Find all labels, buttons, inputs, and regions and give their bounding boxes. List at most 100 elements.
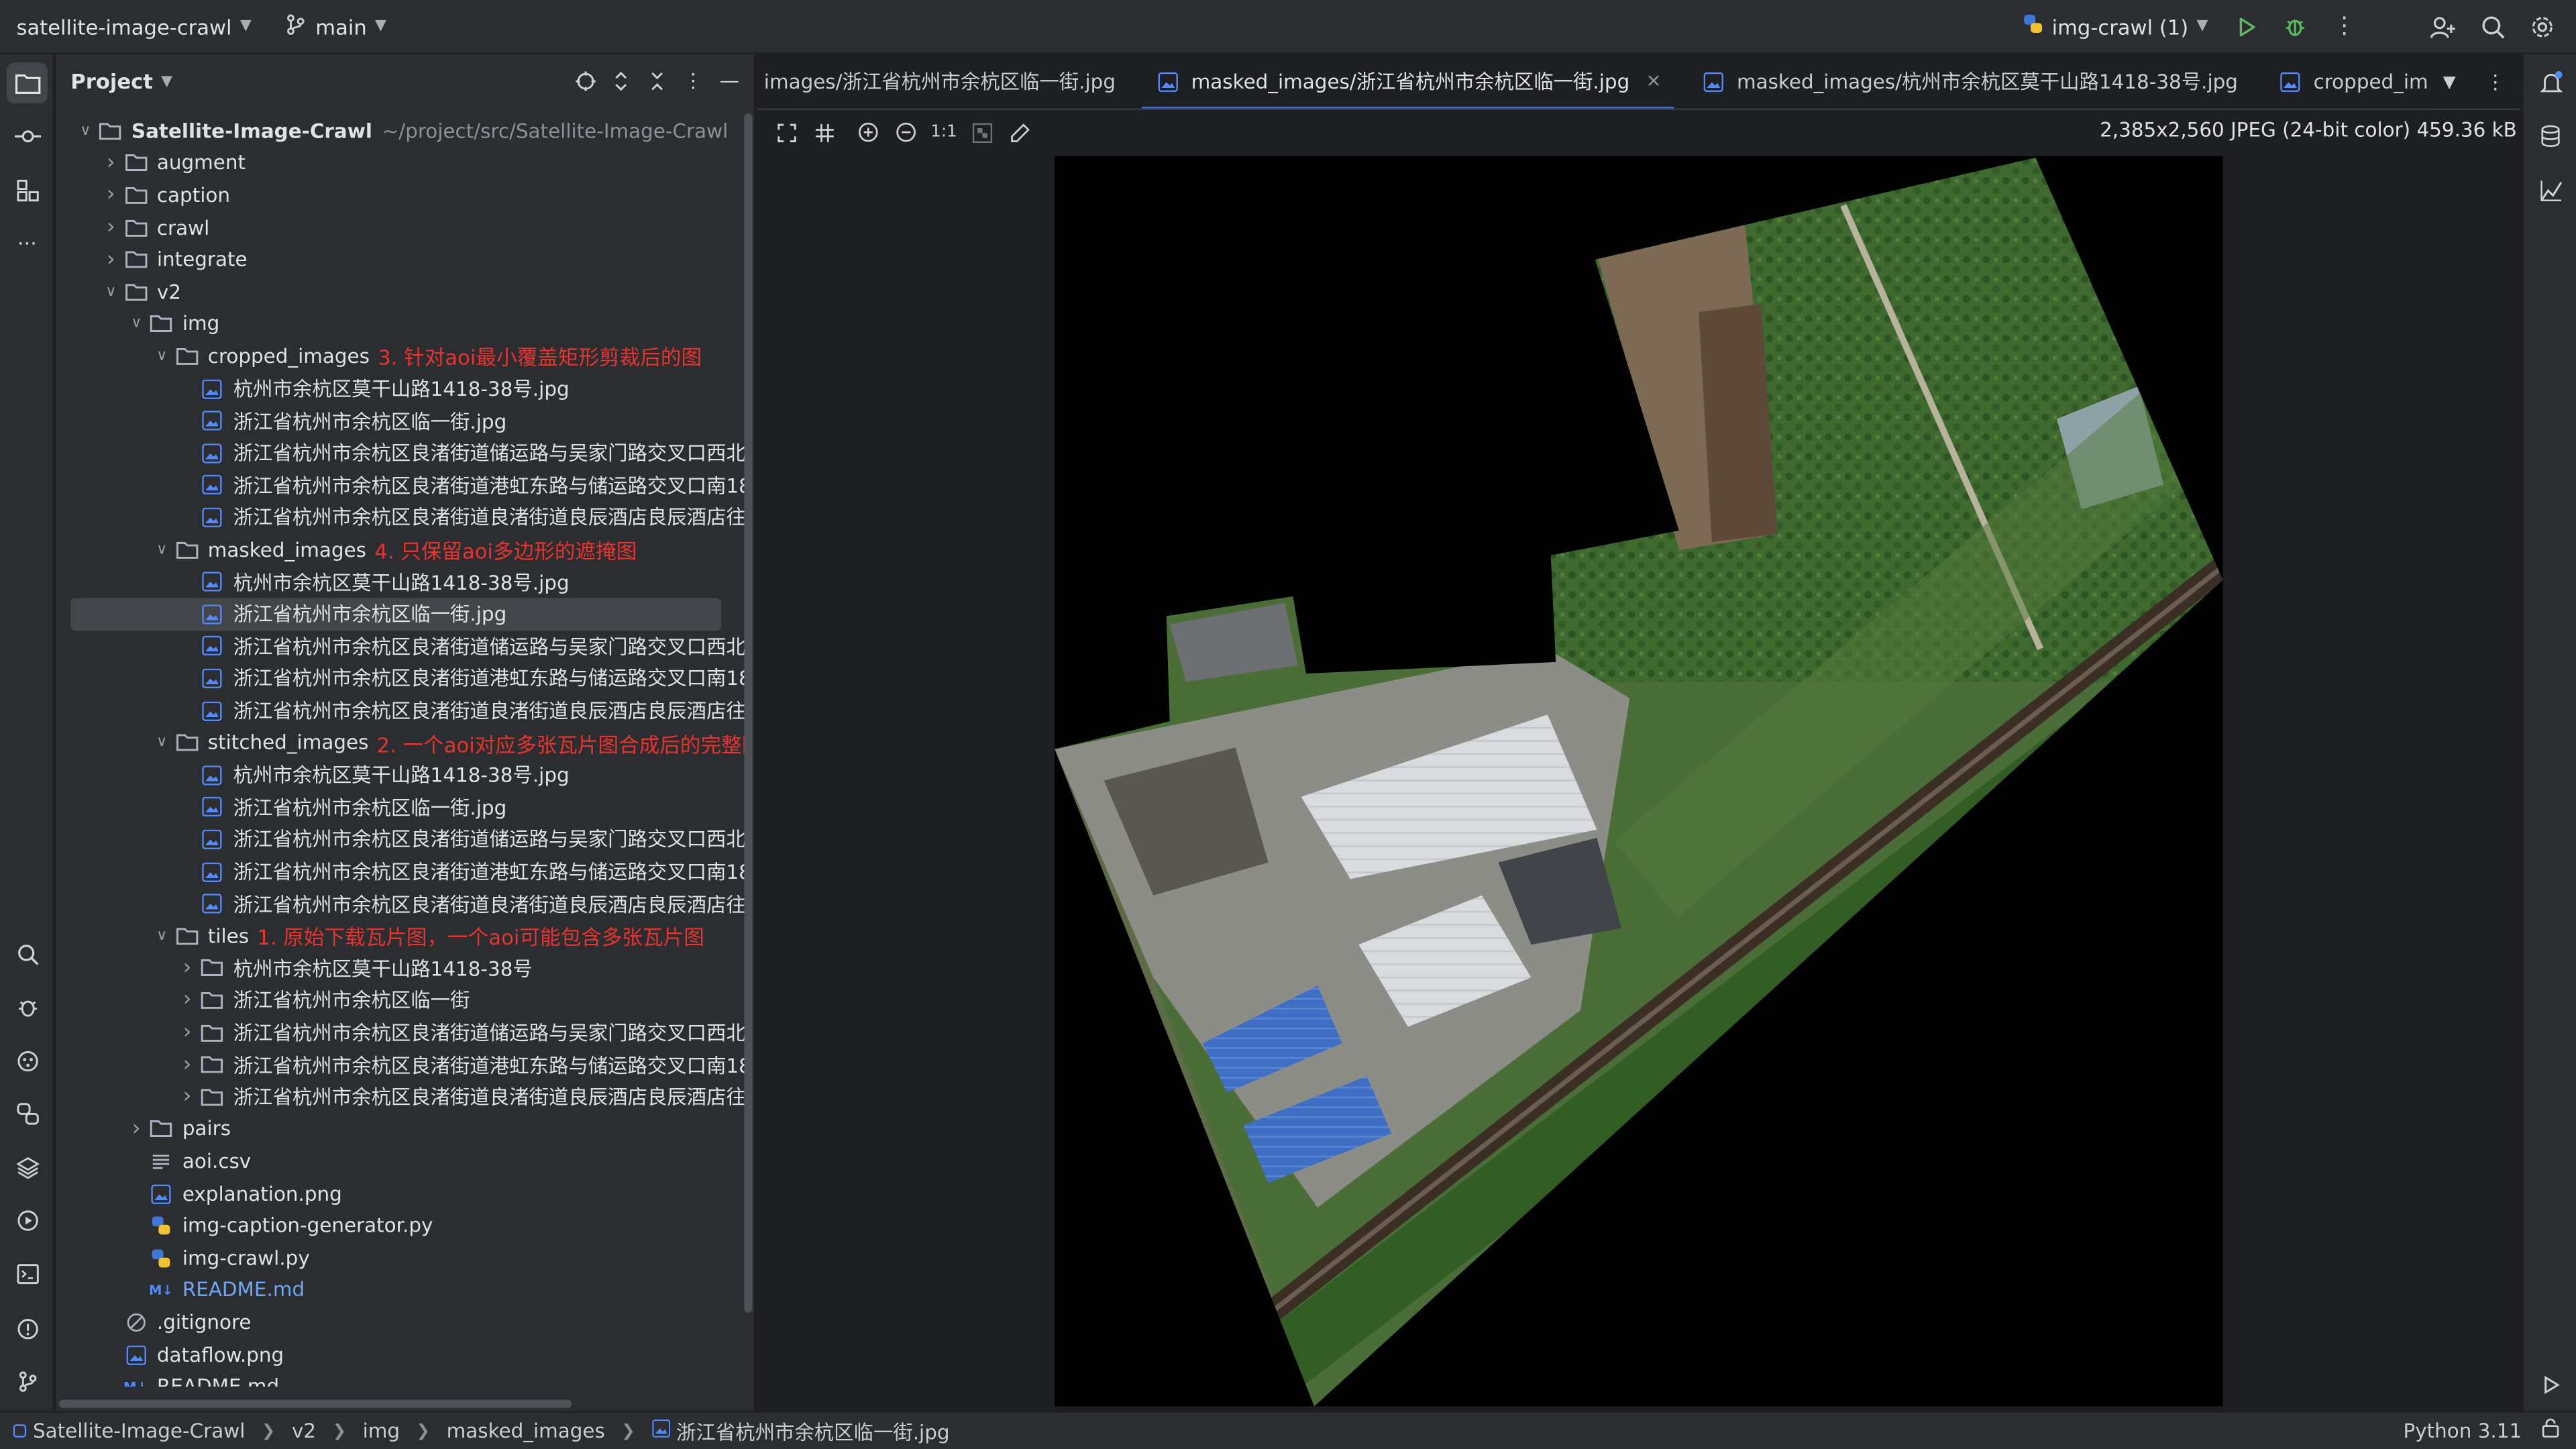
actual-size-button[interactable]: 1:1 <box>926 116 961 149</box>
find-icon[interactable] <box>7 933 48 974</box>
notifications-icon[interactable] <box>2530 62 2571 103</box>
grid-toggle-icon[interactable] <box>806 116 841 149</box>
chevron-down-icon[interactable]: ∨ <box>74 123 97 139</box>
run-button[interactable] <box>2224 7 2267 46</box>
tree-folder-row[interactable]: › 杭州市余杭区莫干山路1418-38号 <box>56 952 746 984</box>
chevron-right-icon[interactable]: › <box>176 1020 199 1045</box>
tree-file-row[interactable]: .gitignore <box>56 1306 746 1338</box>
hide-panel-icon[interactable]: — <box>716 66 743 95</box>
chevron-right-icon[interactable]: › <box>176 956 199 981</box>
tree-folder-row[interactable]: ∨ tiles 1. 原始下载瓦片图，一个aoi可能包含多张瓦片图 <box>56 920 746 952</box>
color-picker-icon[interactable] <box>1002 116 1036 149</box>
tree-folder-row[interactable]: ∨ masked_images 4. 只保留aoi多边形的遮掩图 <box>56 533 746 566</box>
options-menu-icon[interactable]: ⋮ <box>680 66 706 95</box>
tree-file-row[interactable]: aoi.csv <box>56 1145 746 1177</box>
tree-file-row[interactable]: 浙江省杭州市余杭区良渚街道良渚街道良辰酒店良辰酒店往北.jpg <box>56 888 746 920</box>
tree-folder-row[interactable]: ∨ v2 <box>56 276 746 308</box>
tree-folder-row[interactable]: ∨ img <box>56 308 746 340</box>
settings-gear-icon[interactable] <box>2520 7 2563 46</box>
tree-file-row[interactable]: 浙江省杭州市余杭区临一街.jpg <box>56 405 746 437</box>
zoom-out-icon[interactable] <box>889 116 923 149</box>
run-side-icon[interactable] <box>2530 1364 2571 1405</box>
fit-to-screen-icon[interactable] <box>769 116 803 149</box>
add-user-icon[interactable] <box>2422 7 2465 46</box>
chevron-down-icon[interactable]: ▼ <box>161 73 172 89</box>
terminal-icon[interactable] <box>7 1254 48 1295</box>
background-toggle-icon[interactable] <box>965 116 999 149</box>
tree-folder-row[interactable]: › 浙江省杭州市余杭区良渚街道储运路与吴家门路交叉口西北440米良渚 <box>56 1016 746 1049</box>
run-tool-icon[interactable] <box>7 1199 48 1240</box>
chevron-down-icon[interactable]: ∨ <box>150 928 173 944</box>
tab-masked-moganshan[interactable]: masked_images/杭州市余杭区莫干山路1418-38号.jpg <box>1681 54 2258 109</box>
chevron-right-icon[interactable]: › <box>176 1053 199 1077</box>
more-actions-icon[interactable]: ⋮ <box>2323 7 2366 46</box>
chevron-right-icon[interactable]: › <box>99 151 122 176</box>
chevron-down-icon[interactable]: ▼ <box>2443 73 2456 91</box>
tab-masked-linyijie[interactable]: masked_images/浙江省杭州市余杭区临一街.jpg ✕ <box>1135 54 1680 109</box>
tree-file-row[interactable]: 浙江省杭州市余杭区良渚街道港虹东路与储运路交叉口南180米良渚 <box>56 855 746 888</box>
chevron-right-icon[interactable]: › <box>99 183 122 208</box>
horizontal-scrollbar[interactable] <box>59 1399 572 1408</box>
tree-file-row[interactable]: img-caption-generator.py <box>56 1210 746 1242</box>
chevron-right-icon[interactable]: › <box>176 988 199 1013</box>
database-icon[interactable] <box>2530 115 2571 156</box>
chevron-down-icon[interactable]: ∨ <box>150 735 173 751</box>
layers-icon[interactable] <box>7 1146 48 1187</box>
tree-file-row[interactable]: M↓ README.md <box>56 1371 746 1387</box>
breadcrumb-item[interactable]: img <box>363 1419 400 1442</box>
tree-file-row[interactable]: 浙江省杭州市余杭区良渚街道储运路与吴家门路交叉口西北440米良渚 <box>56 437 746 469</box>
chevron-down-icon[interactable]: ∨ <box>99 284 122 300</box>
more-tabs-icon[interactable]: ⋮ <box>2485 70 2505 93</box>
debug-bug-icon[interactable] <box>7 985 48 1026</box>
locate-file-icon[interactable] <box>572 66 598 95</box>
close-icon[interactable]: ✕ <box>1646 70 1662 92</box>
tree-folder-row[interactable]: › 浙江省杭州市余杭区良渚街道港虹东路与储运路交叉口南180米良渚 <box>56 1049 746 1081</box>
tree-file-row[interactable]: 杭州市余杭区莫干山路1418-38号.jpg <box>56 759 746 791</box>
chevron-down-icon[interactable]: ∨ <box>150 348 173 364</box>
breadcrumb-item[interactable]: Satellite-Image-Crawl <box>33 1419 245 1442</box>
collapse-all-icon[interactable] <box>644 66 670 95</box>
tree-file-row[interactable]: dataflow.png <box>56 1338 746 1371</box>
tree-folder-row[interactable]: › crawl <box>56 211 746 244</box>
tree-folder-row[interactable]: ∨ cropped_images 3. 针对aoi最小覆盖矩形剪裁后的图 <box>56 340 746 372</box>
tree-file-row[interactable]: 浙江省杭州市余杭区良渚街道良渚街道良辰酒店良辰酒店往北.jpg <box>56 694 746 727</box>
tree-file-row[interactable]: M↓ README.md <box>56 1274 746 1306</box>
more-tools-icon[interactable]: ⋯ <box>7 222 48 263</box>
tree-file-row[interactable]: 浙江省杭州市余杭区良渚街道储运路与吴家门路交叉口西北440米良渚 <box>56 823 746 855</box>
project-switcher[interactable]: satellite-image-crawl ▼ <box>7 7 262 46</box>
tree-file-row[interactable]: 浙江省杭州市余杭区良渚街道良渚街道良辰酒店良辰酒店往北.jpg <box>56 501 746 533</box>
tree-file-row[interactable]: 浙江省杭州市余杭区临一街.jpg <box>56 791 746 823</box>
image-canvas[interactable] <box>757 154 2520 1411</box>
chevron-right-icon[interactable]: › <box>99 248 122 272</box>
tree-folder-row[interactable]: › 浙江省杭州市余杭区临一街 <box>56 984 746 1016</box>
tree-file-row[interactable]: 浙江省杭州市余杭区良渚街道港虹东路与储运路交叉口南180米良渚 <box>56 469 746 501</box>
chevron-right-icon[interactable]: › <box>125 1117 148 1142</box>
structure-icon[interactable] <box>7 169 48 210</box>
python-interpreter[interactable]: Python 3.11 <box>2404 1419 2522 1442</box>
chevron-down-icon[interactable]: ∨ <box>125 316 148 332</box>
tree-file-row[interactable]: 杭州市余杭区莫干山路1418-38号.jpg <box>56 372 746 405</box>
search-icon[interactable] <box>2471 7 2514 46</box>
tree-folder-row[interactable]: ∨ Satellite-Image-Crawl ~/project/src/Sate… <box>56 115 746 147</box>
project-folder-icon[interactable] <box>6 62 48 104</box>
branch-switcher[interactable]: main ▼ <box>274 7 396 46</box>
chevron-right-icon[interactable]: › <box>99 215 122 240</box>
breadcrumb-item[interactable]: masked_images <box>447 1419 605 1442</box>
lock-icon[interactable] <box>2542 1417 2560 1442</box>
tree-file-row[interactable]: 浙江省杭州市余杭区临一街.jpg <box>70 598 722 631</box>
chevron-down-icon[interactable]: ∨ <box>150 541 173 557</box>
tree-folder-row[interactable]: › caption <box>56 179 746 211</box>
vertical-scrollbar[interactable] <box>744 113 753 1313</box>
project-panel-title[interactable]: Project <box>70 69 153 94</box>
tree-file-row[interactable]: 杭州市余杭区莫干山路1418-38号.jpg <box>56 566 746 598</box>
expand-all-icon[interactable] <box>608 66 634 95</box>
tree-file-row[interactable]: img-crawl.py <box>56 1242 746 1274</box>
python-console-icon[interactable] <box>7 1093 48 1134</box>
breadcrumb-item[interactable]: v2 <box>292 1419 316 1442</box>
services-icon[interactable] <box>7 1040 48 1081</box>
tree-file-row[interactable]: 浙江省杭州市余杭区良渚街道港虹东路与储运路交叉口南180米良渚 <box>56 662 746 694</box>
tab-images-linyijie[interactable]: images/浙江省杭州市余杭区临一街.jpg <box>757 54 1135 109</box>
tree-folder-row[interactable]: › augment <box>56 147 746 179</box>
tree-folder-row[interactable]: › 浙江省杭州市余杭区良渚街道良渚街道良辰酒店良辰酒店往北 <box>56 1081 746 1113</box>
tree-folder-row[interactable]: ∨ stitched_images 2. 一个aoi对应多张瓦片图合成后的完整图 <box>56 727 746 759</box>
